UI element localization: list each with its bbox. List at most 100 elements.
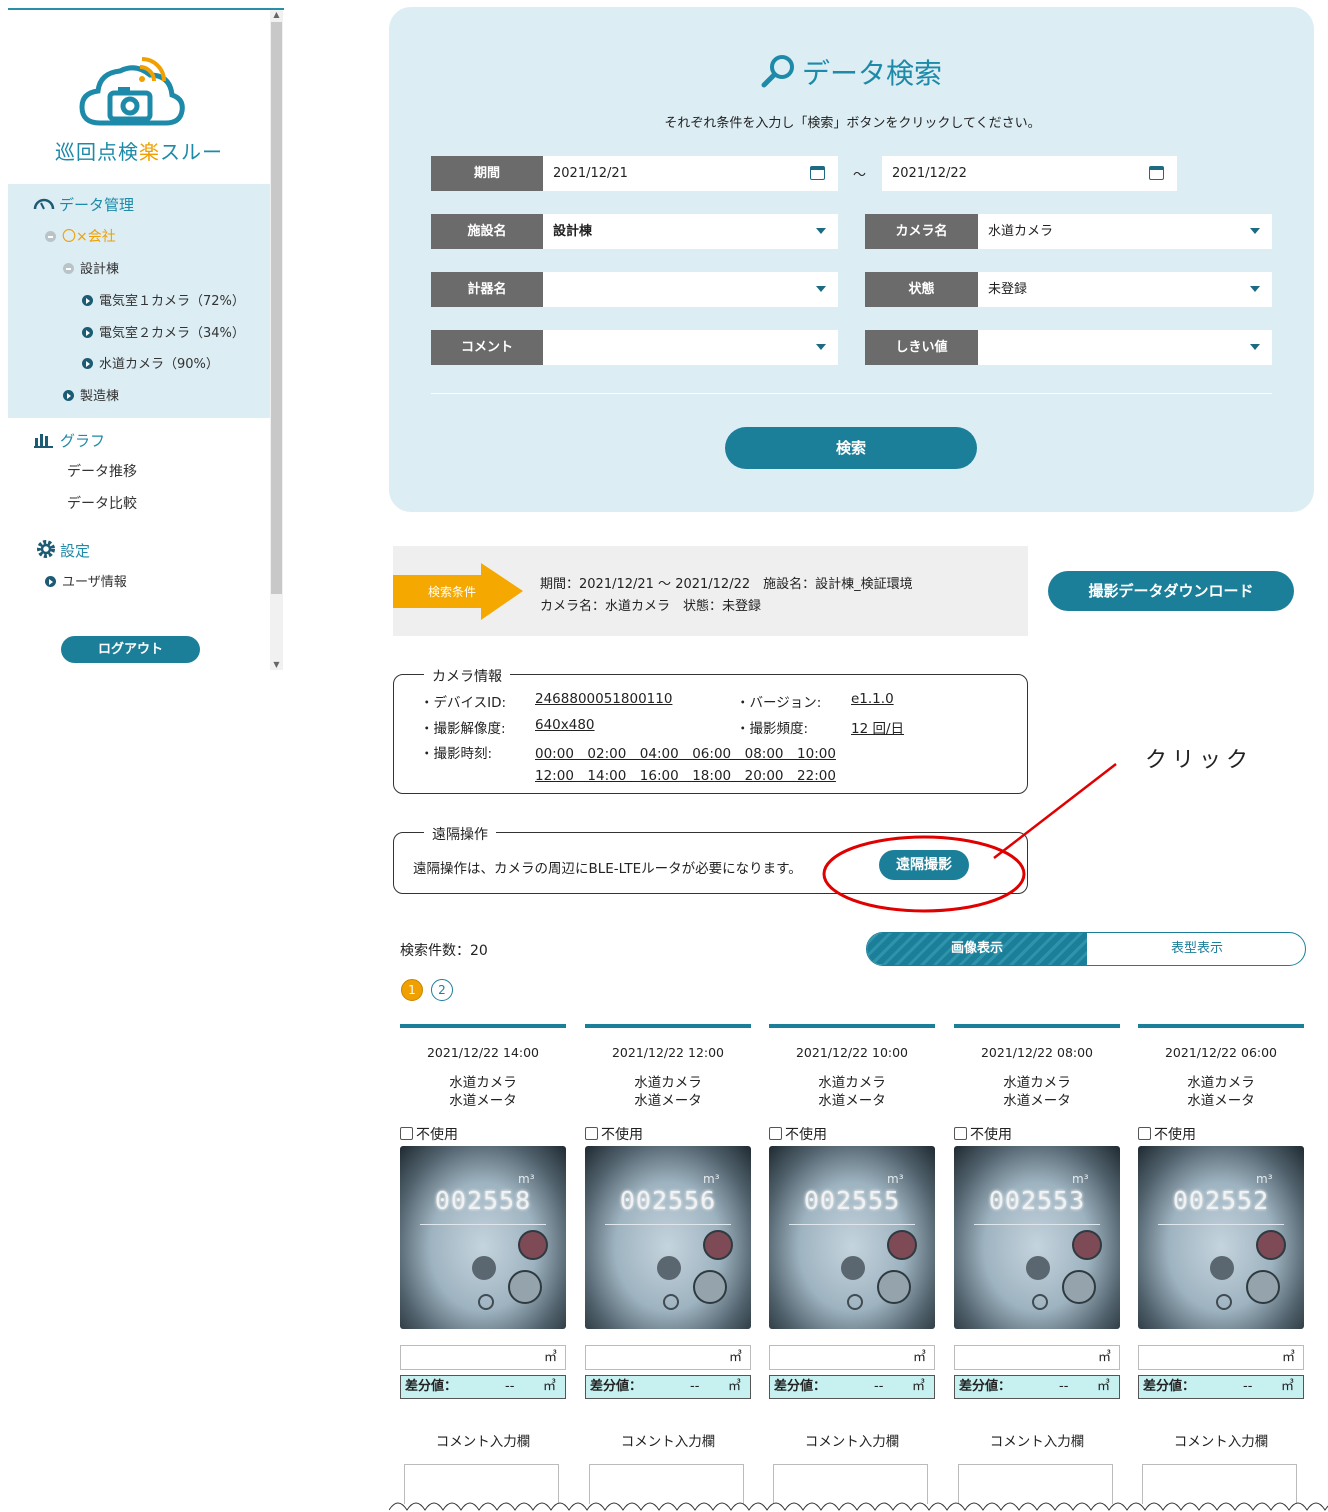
meter-select[interactable] [543,272,838,307]
unused-checkbox[interactable]: 不使用 [769,1124,827,1144]
sidebar: ▲ ▼ 巡回点検楽スルー データ管理 〇×会社 設計棟 電気室１カメラ（72%）… [0,0,286,672]
page-2-button[interactable]: 2 [431,979,453,1001]
torn-edge-decoration [389,1502,1328,1511]
nav-data-management[interactable]: データ管理 [33,194,134,215]
meter-photo[interactable]: m³ 002558 [400,1146,566,1329]
bar-chart-icon [34,434,53,448]
meter-reading-digits: 002553 [988,1186,1086,1215]
download-button[interactable]: 撮影データダウンロード [1048,571,1294,611]
scroll-down-icon[interactable]: ▼ [270,660,283,669]
capture-times-row-2[interactable]: 12:00 14:00 16:00 18:00 20:00 22:00 [535,764,836,784]
unused-checkbox[interactable]: 不使用 [585,1124,643,1144]
version-value[interactable]: e1.1.0 [851,691,894,707]
calendar-icon[interactable] [1149,166,1164,180]
conditions-line-1: 期間：2021/12/21 ～ 2021/12/22 施設名：設計棟_検証環境 [540,577,913,592]
meter-reading-digits: 002558 [434,1186,532,1215]
tree-camera-water[interactable]: 水道カメラ（90%） [82,353,219,372]
meter-photo[interactable]: m³ 002556 [585,1146,751,1329]
resolution-value[interactable]: 640x480 [535,717,595,733]
nav-graph[interactable]: グラフ [34,430,105,451]
sidebar-scrollbar-thumb[interactable] [271,22,282,594]
device-id-value[interactable]: 2468800051800110 [535,691,672,707]
tree-building-design[interactable]: 設計棟 [63,258,119,277]
search-button[interactable]: 検索 [725,427,977,469]
card-top-bar [954,1024,1120,1028]
comment-input[interactable] [1142,1464,1297,1504]
reading-input[interactable]: ㎥ [769,1345,935,1370]
facility-select[interactable]: 設計棟 [543,214,838,249]
status-select[interactable]: 未登録 [978,272,1272,307]
nav-user-info[interactable]: ユーザ情報 [45,571,127,590]
comment-input[interactable] [773,1464,928,1504]
collapse-icon[interactable] [63,263,74,274]
chevron-down-icon[interactable] [816,344,826,350]
nav-data-trend[interactable]: データ推移 [67,461,137,481]
checkbox-icon[interactable] [1138,1127,1151,1140]
nav-settings[interactable]: 設定 [34,539,90,561]
tree-camera-elec1[interactable]: 電気室１カメラ（72%） [82,290,245,309]
result-card: 2021/12/22 10:00 水道カメラ 水道メータ 不使用 m³ 002555 ㎥差分… [769,1024,935,1504]
meter-photo[interactable]: m³ 002553 [954,1146,1120,1329]
tab-image-view[interactable]: 画像表示 [867,933,1087,965]
comment-input[interactable] [589,1464,744,1504]
panel-title: データ検索 [760,52,942,92]
checkbox-icon[interactable] [400,1127,413,1140]
chevron-down-icon[interactable] [1250,344,1260,350]
meter-photo[interactable]: m³ 002555 [769,1146,935,1329]
meter-dial [1062,1270,1096,1304]
meter-reading-digits: 002555 [803,1186,901,1215]
reading-input[interactable]: ㎥ [585,1345,751,1370]
camera-info-title: カメラ情報 [424,666,510,686]
scroll-up-icon[interactable]: ▲ [270,10,283,19]
capture-times-row-1[interactable]: 00:00 02:00 04:00 06:00 08:00 10:00 [535,742,836,762]
tree-building-factory[interactable]: 製造棟 [63,385,119,404]
version-label: ・バージョン: [736,695,822,711]
card-meter-name: 水道メータ [634,1093,702,1109]
comment-input[interactable] [404,1464,559,1504]
view-toggle[interactable]: 画像表示 表型表示 [866,932,1306,966]
gauge-icon [33,198,55,210]
play-bullet-icon [45,576,56,587]
unused-checkbox[interactable]: 不使用 [1138,1124,1196,1144]
reading-input[interactable]: ㎥ [1138,1345,1304,1370]
meter-dial [887,1230,917,1260]
meter-reading-digits: 002552 [1172,1186,1270,1215]
date-from-input[interactable]: 2021/12/21 [543,156,838,191]
tree-camera-elec2[interactable]: 電気室２カメラ（34%） [82,322,245,341]
period-label: 期間 [431,156,543,191]
remote-title: 遠隔操作 [424,824,496,844]
chevron-down-icon[interactable] [816,228,826,234]
calendar-icon[interactable] [810,166,825,180]
collapse-icon[interactable] [45,231,56,242]
tab-table-view[interactable]: 表型表示 [1087,933,1305,965]
card-camera-name: 水道カメラ [634,1075,702,1091]
date-to-input[interactable]: 2021/12/22 [882,156,1177,191]
comment-input[interactable] [958,1464,1113,1504]
threshold-select[interactable] [978,330,1272,365]
chevron-down-icon[interactable] [816,286,826,292]
camera-select[interactable]: 水道カメラ [978,214,1272,249]
frequency-value[interactable]: 12 回/日 [851,717,904,737]
meter-photo[interactable]: m³ 002552 [1138,1146,1304,1329]
tree-company[interactable]: 〇×会社 [45,226,116,246]
checkbox-icon[interactable] [585,1127,598,1140]
conditions-line-2: カメラ名：水道カメラ 状態：未登録 [540,599,762,614]
page-1-button[interactable]: 1 [401,979,423,1001]
chevron-down-icon[interactable] [1250,286,1260,292]
reading-input[interactable]: ㎥ [400,1345,566,1370]
checkbox-icon[interactable] [769,1127,782,1140]
checkbox-icon[interactable] [954,1127,967,1140]
logout-button[interactable]: ログアウト [61,636,200,663]
chevron-down-icon[interactable] [1250,228,1260,234]
comment-select[interactable] [543,330,838,365]
card-top-bar [1138,1024,1304,1028]
card-top-bar [585,1024,751,1028]
nav-data-compare[interactable]: データ比較 [67,493,137,513]
unused-checkbox[interactable]: 不使用 [400,1124,458,1144]
reading-input[interactable]: ㎥ [954,1345,1120,1370]
gear-icon [37,540,55,558]
unused-checkbox[interactable]: 不使用 [954,1124,1012,1144]
meter-unit-mark: m³ [1072,1172,1089,1186]
facility-label: 施設名 [431,214,543,249]
card-datetime: 2021/12/22 14:00 [426,1045,540,1060]
